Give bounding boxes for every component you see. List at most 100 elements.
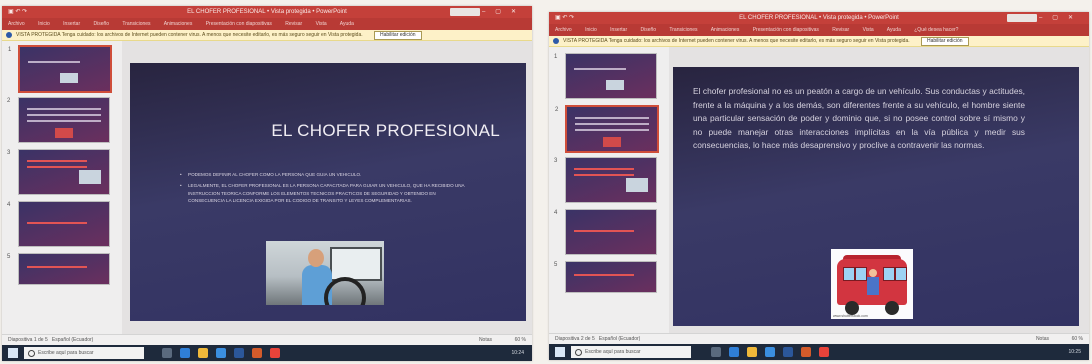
slide[interactable]: El chofer profesional no es un peatón a … (673, 67, 1079, 326)
shield-icon (6, 32, 12, 38)
slide-number: 4 (554, 210, 558, 216)
tab-transiciones[interactable]: Transiciones (122, 21, 150, 27)
windows-taskbar: Escribe aquí para buscar 10:25 (549, 344, 1089, 360)
driver-figure-icon (867, 269, 879, 299)
windows-start-icon[interactable] (8, 348, 18, 358)
ribbon-tabs: Archivo Inicio Insertar Diseño Transicio… (2, 18, 532, 30)
slide[interactable]: EL CHOFER PROFESIONAL PODEMOS DEFINIR AL… (130, 63, 526, 321)
tab-revisar[interactable]: Revisar (285, 21, 302, 27)
search-placeholder: Escribe aquí para buscar (585, 349, 641, 355)
window-controls[interactable]: –▢✕ (482, 6, 526, 18)
file-explorer-icon[interactable] (747, 347, 757, 357)
tab-revisar[interactable]: Revisar (832, 27, 849, 33)
tab-ayuda[interactable]: Ayuda (340, 21, 354, 27)
quick-access-icons[interactable]: ▣ ↶ ↷ (8, 6, 27, 18)
protected-view-label: VISTA PROTEGIDA (16, 32, 61, 38)
chrome-icon[interactable] (270, 348, 280, 358)
slide-count: Diapositiva 1 de 5 (8, 337, 48, 343)
tab-animaciones[interactable]: Animaciones (711, 27, 740, 33)
language[interactable]: Español (Ecuador) (52, 337, 93, 343)
enable-editing-button[interactable]: Habilitar edición (374, 31, 422, 40)
tab-vista[interactable]: Vista (863, 27, 874, 33)
slide-thumbnail[interactable]: 4 (7, 201, 110, 247)
store-icon[interactable] (765, 347, 775, 357)
slide-thumbnail[interactable]: 2 (555, 105, 659, 153)
enable-editing-button[interactable]: Habilitar edición (921, 37, 969, 46)
word-icon[interactable] (234, 348, 244, 358)
window-title: EL CHOFER PROFESIONAL • Vista protegida … (739, 15, 899, 21)
slide-bullets: PODEMOS DEFINIR AL CHOFER COMO LA PERSON… (180, 171, 470, 209)
tell-me-search[interactable]: ¿Qué desea hacer? (914, 27, 958, 33)
window-title: EL CHOFER PROFESIONAL • Vista protegida … (187, 9, 347, 15)
protected-view-bar: VISTA PROTEGIDA Tenga cuidado: los archi… (549, 36, 1089, 47)
zoom-level[interactable]: 60 % (1072, 334, 1083, 344)
taskbar-clock: 10:25 (1068, 349, 1081, 355)
tab-inicio[interactable]: Inicio (585, 27, 597, 33)
share-button[interactable] (1007, 14, 1037, 22)
slide-thumbnail[interactable]: 2 (7, 97, 110, 143)
task-view-icon[interactable] (162, 348, 172, 358)
bullet-item: LEGALMENTE, EL CHOFER PROFESIONAL ES LA … (180, 182, 470, 204)
slide-canvas: El chofer profesional no es un peatón a … (669, 47, 1089, 334)
tab-archivo[interactable]: Archivo (555, 27, 572, 33)
share-button[interactable] (450, 8, 480, 16)
tab-transiciones[interactable]: Transiciones (669, 27, 697, 33)
tab-presentacion[interactable]: Presentación con diapositivas (206, 21, 272, 27)
tab-inicio[interactable]: Inicio (38, 21, 50, 27)
edge-icon[interactable] (729, 347, 739, 357)
tab-presentacion[interactable]: Presentación con diapositivas (753, 27, 819, 33)
language[interactable]: Español (Ecuador) (599, 336, 640, 342)
tab-animaciones[interactable]: Animaciones (164, 21, 193, 27)
shield-icon (553, 38, 559, 44)
protected-view-label: VISTA PROTEGIDA (563, 38, 608, 44)
slide-thumbnails-pane: 1 2 3 4 5 (549, 47, 669, 334)
slide-thumbnails-pane: 1 2 3 4 5 (2, 41, 122, 335)
tab-insertar[interactable]: Insertar (610, 27, 627, 33)
tab-vista[interactable]: Vista (316, 21, 327, 27)
tab-insertar[interactable]: Insertar (63, 21, 80, 27)
slide-thumbnail[interactable]: 5 (7, 253, 110, 285)
slide-number: 1 (8, 47, 12, 53)
chrome-icon[interactable] (819, 347, 829, 357)
image-caption: www.shutterstock.com (833, 314, 868, 318)
right-screenshot: ▣ ↶ ↷ EL CHOFER PROFESIONAL • Vista prot… (549, 12, 1089, 360)
protected-view-message: Tenga cuidado: los archivos de Internet … (61, 32, 363, 38)
slide-count: Diapositiva 2 de 5 (555, 336, 595, 342)
notes-button[interactable]: Notas (1036, 334, 1049, 344)
quick-access-icons[interactable]: ▣ ↶ ↷ (555, 12, 574, 24)
slide-thumbnail[interactable]: 1 (554, 53, 657, 99)
edge-icon[interactable] (180, 348, 190, 358)
store-icon[interactable] (216, 348, 226, 358)
slide-number: 3 (7, 150, 11, 156)
title-bar: ▣ ↶ ↷ EL CHOFER PROFESIONAL • Vista prot… (549, 12, 1089, 24)
slide-thumbnail[interactable]: 3 (554, 157, 657, 203)
slide-body-text: El chofer profesional no es un peatón a … (693, 86, 1025, 150)
left-screenshot: ▣ ↶ ↷ EL CHOFER PROFESIONAL • Vista prot… (2, 6, 532, 361)
driver-photo (266, 241, 384, 305)
slide-thumbnail[interactable]: 5 (554, 261, 657, 293)
slide-canvas: EL CHOFER PROFESIONAL PODEMOS DEFINIR AL… (122, 41, 532, 335)
tab-diseno[interactable]: Diseño (641, 27, 657, 33)
slide-thumbnail[interactable]: 1 (8, 45, 112, 93)
steering-wheel-icon (324, 277, 366, 305)
slide-thumbnail[interactable]: 4 (554, 209, 657, 255)
powerpoint-icon[interactable] (252, 348, 262, 358)
windows-taskbar: Escribe aquí para buscar 10:24 (2, 345, 532, 361)
tab-archivo[interactable]: Archivo (8, 21, 25, 27)
search-icon (575, 349, 582, 356)
search-placeholder: Escribe aquí para buscar (38, 350, 94, 356)
taskbar-search[interactable]: Escribe aquí para buscar (24, 347, 144, 359)
slide-thumbnail[interactable]: 3 (7, 149, 110, 195)
task-view-icon[interactable] (711, 347, 721, 357)
zoom-level[interactable]: 60 % (515, 335, 526, 345)
title-bar: ▣ ↶ ↷ EL CHOFER PROFESIONAL • Vista prot… (2, 6, 532, 18)
notes-button[interactable]: Notas (479, 335, 492, 345)
taskbar-search[interactable]: Escribe aquí para buscar (571, 346, 691, 358)
word-icon[interactable] (783, 347, 793, 357)
windows-start-icon[interactable] (555, 347, 565, 357)
powerpoint-icon[interactable] (801, 347, 811, 357)
tab-ayuda[interactable]: Ayuda (887, 27, 901, 33)
file-explorer-icon[interactable] (198, 348, 208, 358)
window-controls[interactable]: –▢✕ (1039, 12, 1083, 24)
tab-diseno[interactable]: Diseño (94, 21, 110, 27)
